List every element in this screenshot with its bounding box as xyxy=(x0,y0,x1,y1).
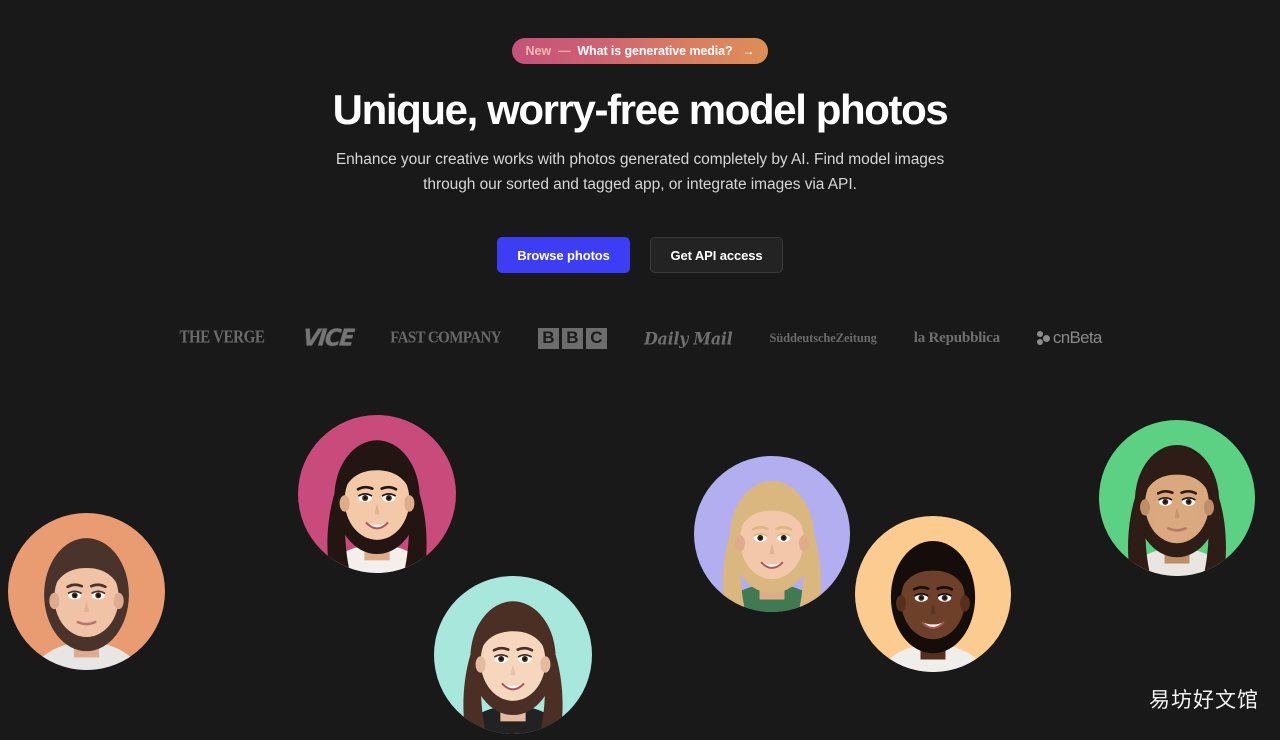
cnbeta-dots-icon xyxy=(1036,330,1050,346)
logo-fast-company: FAST C̵OMPANY xyxy=(390,328,501,347)
hero-section: New — What is generative media? → Unique… xyxy=(0,0,1280,355)
badge-container: New — What is generative media? → xyxy=(0,38,1280,64)
cta-button-row: Browse photos Get API access xyxy=(0,237,1280,274)
arrow-right-icon: → xyxy=(742,44,755,58)
generative-media-announcement-badge[interactable]: New — What is generative media? → xyxy=(511,38,769,64)
logo-sueddeutsche-zeitung: Süddeutsche Zeitung xyxy=(769,321,876,355)
logo-bbc: B B C xyxy=(537,321,607,355)
page-subtitle: Enhance your creative works with photos … xyxy=(335,151,945,193)
logo-cnbeta-text: cnBeta xyxy=(1052,328,1102,348)
logo-bbc-letter: C xyxy=(585,327,607,349)
page-title: Unique, worry-free model photos xyxy=(332,86,949,133)
get-api-access-button[interactable]: Get API access xyxy=(650,237,783,274)
logo-bbc-letter: B xyxy=(537,327,559,349)
avatar-blonde-girl[interactable] xyxy=(694,456,850,612)
avatar-brunette-woman[interactable] xyxy=(434,576,592,734)
avatar-black-man[interactable] xyxy=(855,516,1011,672)
logo-la-repubblica: la Repubblica xyxy=(913,329,1000,346)
avatar-asian-woman[interactable] xyxy=(298,415,456,573)
logo-daily-mail: Daily Mail xyxy=(643,328,733,349)
logo-cnbeta: cnBeta xyxy=(1036,321,1102,355)
watermark: 易坊好文馆 xyxy=(1149,688,1259,712)
logo-the-verge: THE VERGE xyxy=(179,327,266,348)
logo-sz-line1: Süddeutsche xyxy=(769,330,836,345)
browse-photos-button[interactable]: Browse photos xyxy=(497,237,630,274)
badge-dash: — xyxy=(557,44,571,58)
avatar-young-girl[interactable] xyxy=(1099,420,1255,576)
logo-sz-line2: Zeitung xyxy=(835,330,877,345)
logo-bbc-letter: B xyxy=(561,327,583,349)
press-logo-row: THE VERGE VICE FAST C̵OMPANY B B C Daily… xyxy=(0,321,1280,355)
badge-text: What is generative media? xyxy=(577,44,733,58)
avatar-toddler-boy[interactable] xyxy=(8,513,165,670)
logo-vice: VICE xyxy=(301,325,355,352)
badge-new-label: New xyxy=(525,44,552,58)
